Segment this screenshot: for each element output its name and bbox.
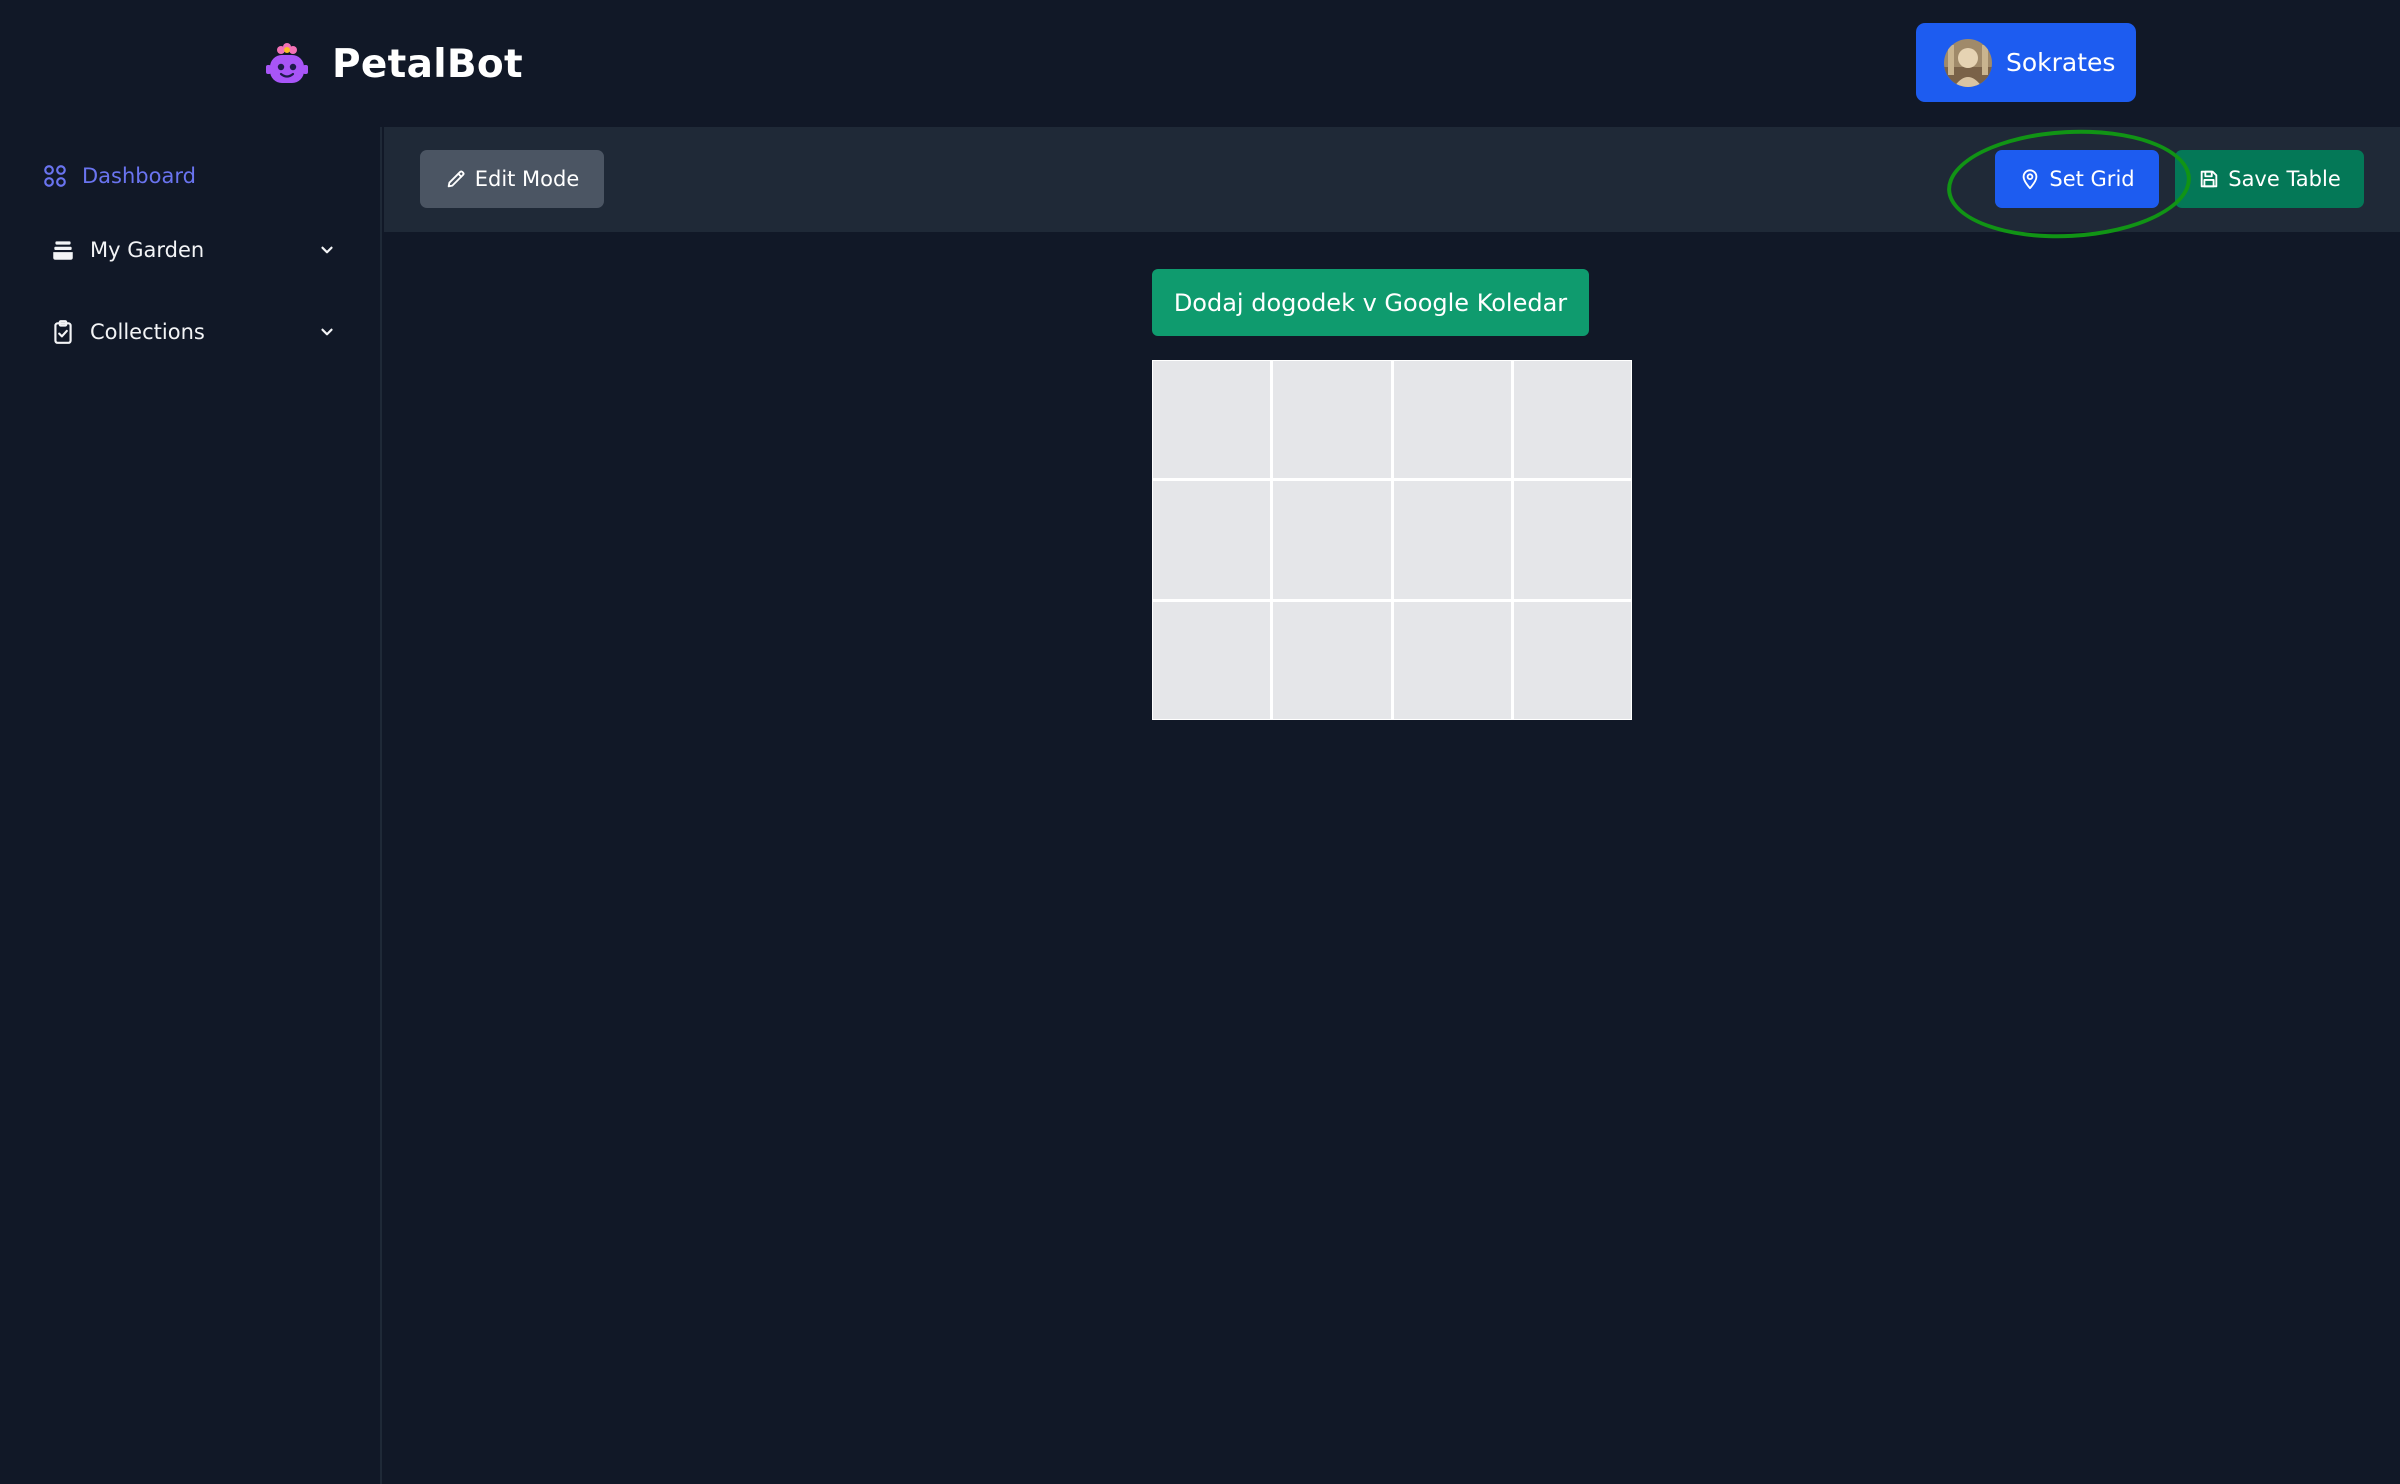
- grid-cell[interactable]: [1513, 481, 1631, 599]
- app-name: PetalBot: [332, 41, 523, 87]
- clipboard-icon: [54, 320, 72, 344]
- chevron-down-icon[interactable]: [318, 241, 336, 259]
- avatar: [1944, 38, 1992, 87]
- grid-cell[interactable]: [1513, 361, 1631, 479]
- sidebar-item-collections[interactable]: Collections: [50, 319, 336, 345]
- set-grid-label: Set Grid: [2049, 167, 2135, 191]
- sidebar-item-label: Collections: [90, 320, 205, 344]
- grid-cell[interactable]: [1273, 601, 1391, 719]
- grid-cell[interactable]: [1153, 481, 1271, 599]
- grid-cell[interactable]: [1393, 601, 1511, 719]
- grid-cell[interactable]: [1393, 361, 1511, 479]
- save-icon: [2200, 170, 2218, 188]
- edit-mode-button[interactable]: Edit Mode: [420, 150, 604, 208]
- user-menu-button[interactable]: Sokrates: [1916, 23, 2136, 102]
- grid-icon: [44, 165, 66, 187]
- garden-grid: [1152, 360, 1632, 720]
- top-header: PetalBot Sokrates: [0, 0, 2400, 127]
- add-google-calendar-event-button[interactable]: Dodaj dogodek v Google Koledar: [1152, 269, 1589, 336]
- grid-cell[interactable]: [1513, 601, 1631, 719]
- save-table-button[interactable]: Save Table: [2175, 150, 2364, 208]
- grid-cell[interactable]: [1273, 361, 1391, 479]
- planter-icon: [53, 241, 73, 260]
- grid-cell[interactable]: [1153, 601, 1271, 719]
- sidebar-item-label: My Garden: [90, 238, 205, 262]
- sidebar: Dashboard My Garden Collections: [0, 127, 382, 1484]
- map-pin-icon: [2023, 169, 2038, 190]
- user-name: Sokrates: [2006, 48, 2116, 77]
- grid-cell[interactable]: [1273, 481, 1391, 599]
- sidebar-item-dashboard[interactable]: Dashboard: [42, 163, 196, 189]
- robot-flower-icon: [266, 43, 308, 83]
- pencil-icon: [447, 170, 465, 188]
- edit-mode-label: Edit Mode: [474, 167, 580, 191]
- chevron-down-icon[interactable]: [318, 323, 336, 341]
- sidebar-item-label: Dashboard: [82, 164, 196, 188]
- grid-cell[interactable]: [1153, 361, 1271, 479]
- toolbar: Edit Mode Set Grid Save Table: [384, 127, 2400, 232]
- save-table-label: Save Table: [2228, 167, 2341, 191]
- brand[interactable]: PetalBot: [262, 38, 523, 90]
- grid-cell[interactable]: [1393, 481, 1511, 599]
- set-grid-button[interactable]: Set Grid: [1995, 150, 2159, 208]
- sidebar-item-my-garden[interactable]: My Garden: [50, 237, 336, 263]
